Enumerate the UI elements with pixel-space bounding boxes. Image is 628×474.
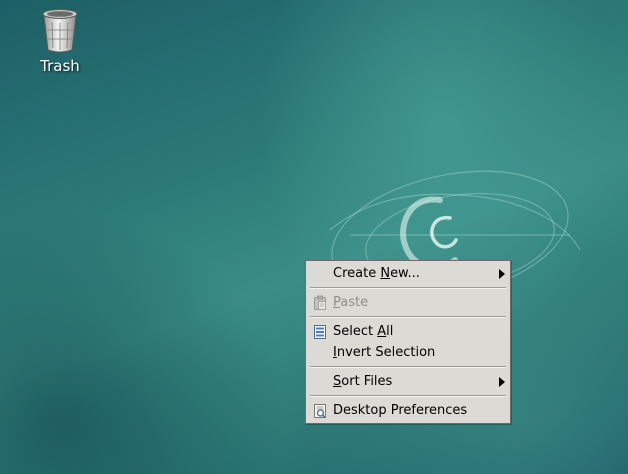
trash-icon — [42, 9, 78, 53]
menu-item-create-new[interactable]: Create New... — [306, 263, 510, 284]
paste-icon — [314, 295, 326, 310]
menu-item-select-all[interactable]: Select All — [306, 321, 510, 342]
desktop[interactable]: Trash Create New... Paste Select All Inv… — [0, 0, 628, 474]
desktop-context-menu: Create New... Paste Select All Invert Se… — [305, 260, 511, 424]
submenu-arrow-icon — [499, 269, 505, 279]
desktop-icon-trash[interactable]: Trash — [26, 8, 94, 75]
menu-item-desktop-preferences[interactable]: Desktop Preferences — [306, 400, 510, 421]
menu-separator — [310, 287, 506, 289]
menu-item-paste[interactable]: Paste — [306, 292, 510, 313]
menu-item-invert-selection[interactable]: Invert Selection — [306, 342, 510, 363]
menu-separator — [310, 316, 506, 318]
menu-separator — [310, 366, 506, 368]
desktop-icon-label: Trash — [40, 57, 80, 75]
select-all-icon — [314, 325, 326, 339]
menu-item-sort-files[interactable]: Sort Files — [306, 371, 510, 392]
submenu-arrow-icon — [499, 377, 505, 387]
preferences-icon — [314, 404, 326, 419]
menu-separator — [310, 395, 506, 397]
